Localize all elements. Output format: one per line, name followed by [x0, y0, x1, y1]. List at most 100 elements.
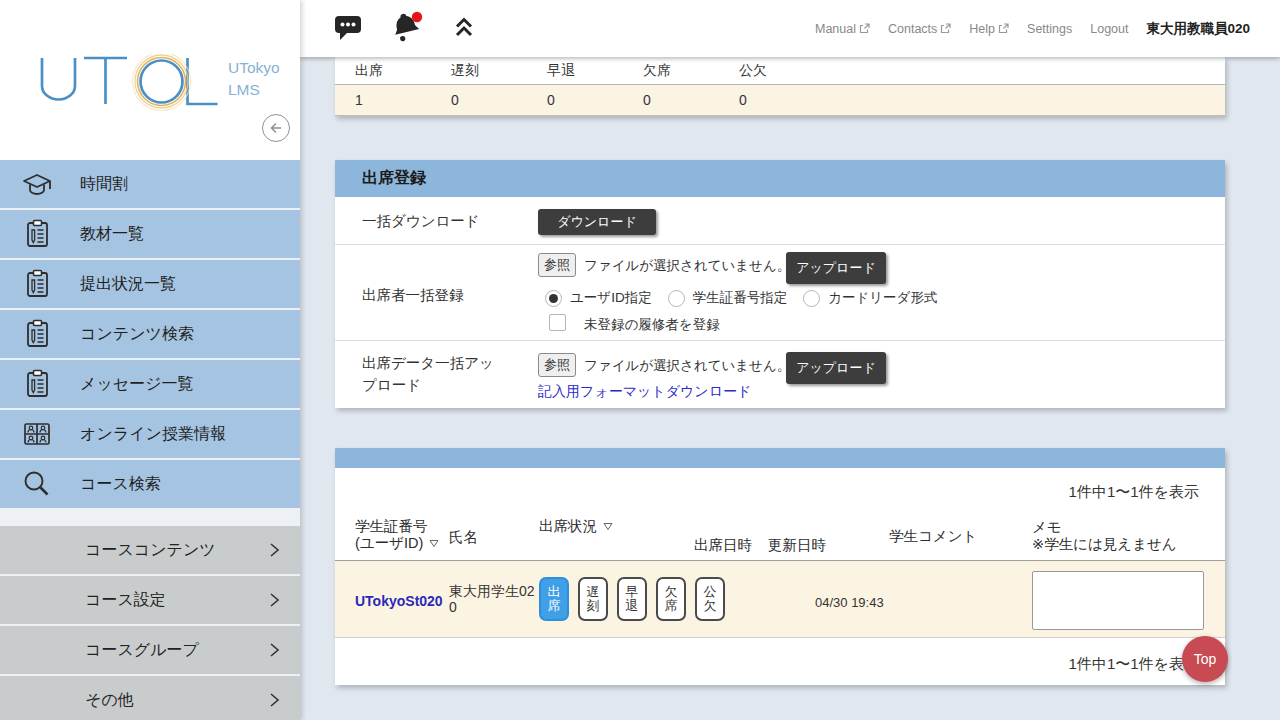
attendance-register-panel: 出席登録 一括ダウンロード ダウンロード 出席者一括登録 参照 ファイルが選択さ… [335, 160, 1225, 408]
radio-card-reader[interactable] [803, 290, 820, 307]
download-button[interactable]: ダウンロード [538, 209, 656, 235]
student-no-header-line2: (ユーザID) [355, 535, 439, 552]
svg-text:UTokyo: UTokyo [228, 59, 280, 76]
logout-label: Logout [1090, 22, 1128, 36]
sidebar-item-course-contents[interactable]: コースコンテンツ [0, 526, 300, 574]
attendee-bulk-row: 出席者一括登録 参照 ファイルが選択されていません。 アップロード ユーザID指… [335, 245, 1225, 341]
sidebar-item-label: コンテンツ検索 [80, 324, 194, 345]
no-file-text: ファイルが選択されていません。 [584, 357, 790, 375]
status-early-leave-button[interactable]: 早退 [617, 577, 647, 621]
sidebar-item-online-class[interactable]: オンライン授業情報 [0, 410, 300, 458]
notifications-button[interactable] [389, 10, 425, 48]
sidebar-logo-area: UTokyo LMS [0, 0, 300, 160]
result-count-bottom: 1件中1〜1件を表示 [1069, 655, 1199, 674]
summary-value-present: 1 [355, 92, 451, 108]
contacts-link[interactable]: Contacts [888, 22, 951, 36]
status-excused-button[interactable]: 公欠 [695, 577, 725, 621]
register-type-radios: ユーザID指定 学生証番号指定 カードリーダ形式 [545, 289, 953, 307]
settings-label: Settings [1027, 22, 1072, 36]
browse-button[interactable]: 参照 [538, 253, 576, 277]
unregistered-checkbox[interactable] [549, 314, 566, 331]
help-link[interactable]: Help [969, 22, 1009, 36]
status-present-button[interactable]: 出席 [539, 577, 569, 621]
status-absent-button[interactable]: 欠席 [656, 577, 686, 621]
status-late-button[interactable]: 遅刻 [578, 577, 608, 621]
sidebar-item-course-search[interactable]: コース検索 [0, 460, 300, 508]
manual-link[interactable]: Manual [815, 22, 870, 36]
col-header-name: 氏名 [449, 529, 478, 546]
chevron-right-icon [268, 691, 280, 709]
sidebar: UTokyo LMS 時間割 教材一覧 [0, 0, 300, 720]
settings-link[interactable]: Settings [1027, 22, 1072, 36]
radio-student-no-label: 学生証番号指定 [693, 289, 788, 307]
sidebar-collapse-button[interactable] [262, 114, 290, 142]
manual-label: Manual [815, 22, 856, 36]
collapse-topbar-button[interactable] [451, 14, 477, 44]
sidebar-item-label: オンライン授業情報 [80, 424, 226, 445]
bulk-download-label: 一括ダウンロード [362, 212, 480, 231]
summary-value-early-leave: 0 [547, 92, 643, 108]
upload-button[interactable]: アップロード [786, 252, 886, 284]
chevron-right-icon [268, 541, 280, 559]
sidebar-item-content-search[interactable]: コンテンツ検索 [0, 310, 300, 358]
memo-input[interactable] [1032, 571, 1204, 630]
topbar-icons [333, 10, 477, 48]
sidebar-item-course-group[interactable]: コースグループ [0, 626, 300, 674]
radio-user-id[interactable] [545, 290, 562, 307]
scroll-to-top-button[interactable]: Top [1182, 636, 1228, 682]
clipboard-icon [21, 218, 53, 250]
data-upload-row: 出席データ一括アップロード 参照 ファイルが選択されていません。 アップロード … [335, 341, 1225, 408]
utol-logo: UTokyo LMS [40, 54, 290, 116]
status-buttons: 出席 遅刻 早退 欠席 公欠 [539, 577, 725, 621]
sidebar-item-materials[interactable]: 教材一覧 [0, 210, 300, 258]
sidebar-item-others[interactable]: その他 [0, 676, 300, 720]
student-no-header-line1: 学生証番号 [355, 518, 439, 535]
panel-title-text: 出席登録 [362, 168, 426, 189]
col-header-attended-at: 出席日時 [694, 537, 752, 554]
attendance-datetime: 04/30 19:43 [815, 595, 884, 610]
result-count-top: 1件中1〜1件を表示 [1069, 483, 1199, 502]
students-panel-header-bar [335, 448, 1225, 468]
col-header-memo: メモ ※学生には見えません [1032, 519, 1177, 553]
browse-button[interactable]: 参照 [538, 353, 576, 377]
memo-header-line2: ※学生には見えません [1032, 536, 1177, 553]
radio-card-reader-label: カードリーダ形式 [828, 289, 937, 307]
col-header-student-no[interactable]: 学生証番号 (ユーザID) [355, 518, 439, 552]
chat-button[interactable] [333, 13, 363, 45]
topbar-links: Manual Contacts Help Settings Logout [815, 20, 1280, 38]
sidebar-item-course-settings[interactable]: コース設定 [0, 576, 300, 624]
sort-icon [603, 522, 613, 531]
summary-header-excused: 公欠 [739, 62, 835, 80]
sidebar-item-label: その他 [85, 690, 134, 711]
summary-header-absent: 欠席 [643, 62, 739, 80]
radio-student-no[interactable] [668, 290, 685, 307]
bulk-download-row: 一括ダウンロード ダウンロード [335, 197, 1225, 245]
memo-header-line1: メモ [1032, 519, 1177, 536]
clipboard-icon [21, 318, 53, 350]
unregistered-checkbox-label: 未登録の履修者を登録 [584, 316, 720, 334]
no-file-text: ファイルが選択されていません。 [584, 257, 790, 275]
topbar: Manual Contacts Help Settings Logout [300, 0, 1280, 57]
students-table-body: 1件中1〜1件を表示 学生証番号 (ユーザID) 氏名 出席状況 出席日時 更新… [335, 468, 1225, 685]
sidebar-item-label: 時間割 [80, 174, 128, 195]
logout-link[interactable]: Logout [1090, 22, 1128, 36]
upload-button[interactable]: アップロード [786, 352, 886, 384]
sidebar-item-timetable[interactable]: 時間割 [0, 160, 300, 208]
col-header-status[interactable]: 出席状況 [539, 518, 613, 535]
summary-data-row: 1 0 0 0 0 [335, 85, 1225, 116]
sidebar-item-label: メッセージ一覧 [80, 374, 194, 395]
student-row: UTokyoSt020 東大用学生020 出席 遅刻 早退 欠席 公欠 04/3… [335, 561, 1225, 638]
sidebar-item-submissions[interactable]: 提出状況一覧 [0, 260, 300, 308]
external-link-icon [940, 23, 951, 34]
chevron-right-icon [268, 641, 280, 659]
student-id-link[interactable]: UTokyoSt020 [355, 593, 443, 609]
data-upload-label: 出席データ一括アップロード [362, 352, 496, 396]
main-content: 出席 遅刻 早退 欠席 公欠 1 0 0 0 0 出席登録 一括ダウンロード ダ… [300, 57, 1280, 720]
sidebar-item-messages[interactable]: メッセージ一覧 [0, 360, 300, 408]
summary-value-excused: 0 [739, 92, 835, 108]
summary-value-late: 0 [451, 92, 547, 108]
sidebar-item-label: 教材一覧 [80, 224, 144, 245]
attendee-bulk-label: 出席者一括登録 [362, 286, 464, 305]
format-download-link[interactable]: 記入用フォーマットダウンロード [538, 383, 751, 401]
clipboard-icon [21, 368, 53, 400]
